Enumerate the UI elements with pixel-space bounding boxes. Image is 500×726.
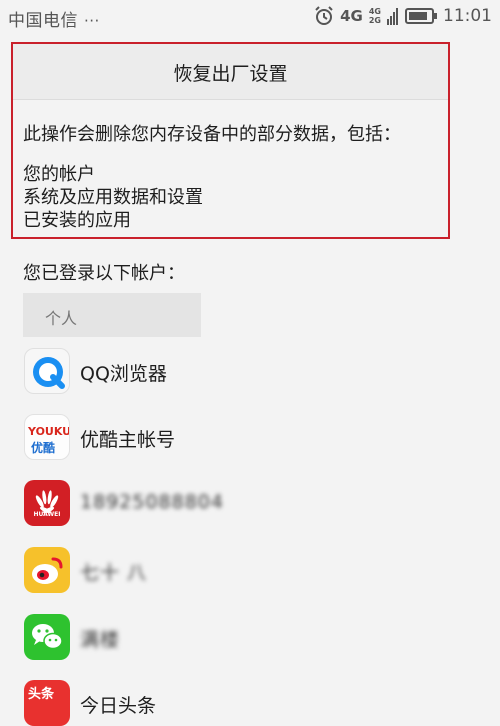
reset-item-accounts: 您的帐户 (23, 164, 95, 185)
huawei-logo-text: HUAWEI (33, 511, 61, 518)
account-row-youku[interactable]: YOUKU 优酷 优酷主帐号 (24, 414, 484, 460)
reset-items-list: 您的帐户 系统及应用数据和设置 已安装的应用 (23, 163, 203, 232)
qq-browser-icon (24, 348, 70, 394)
account-name: 七十 八 (80, 562, 148, 584)
account-row-qq-browser[interactable]: QQ浏览器 (24, 348, 484, 394)
account-name: 今日头条 (80, 695, 157, 717)
account-row-toutiao[interactable]: 头条 今日头条 (24, 680, 484, 726)
factory-reset-info-card: 恢复出厂设置 此操作会删除您内存设备中的部分数据，包括： 您的帐户 系统及应用数… (11, 42, 450, 239)
network-type: 4G (340, 7, 363, 25)
signal-icon (387, 7, 399, 25)
account-name: 满楼 (80, 629, 121, 651)
account-name: 优酷主帐号 (80, 429, 176, 451)
youku-logo-cn: 优酷 (31, 441, 56, 455)
account-name: QQ浏览器 (80, 363, 167, 385)
accounts-heading: 您已登录以下帐户： (23, 263, 185, 284)
network-stack: 4G 2G (369, 7, 381, 25)
reset-item-system-data: 系统及应用数据和设置 (23, 187, 203, 208)
reset-item-installed-apps: 已安装的应用 (23, 210, 131, 231)
card-header: 恢复出厂设置 (13, 44, 448, 100)
network-small-top: 4G (368, 7, 381, 16)
page-title: 恢复出厂设置 (173, 63, 288, 85)
section-header-label: 个人 (45, 309, 78, 328)
account-row-huawei[interactable]: HUAWEI 18925088804 (24, 480, 484, 526)
toutiao-logo-text: 头条 (28, 687, 55, 702)
wechat-icon (24, 614, 70, 660)
youku-logo-text: YOUKU (28, 425, 70, 438)
huawei-icon: HUAWEI (24, 480, 70, 526)
weibo-icon (24, 547, 70, 593)
youku-icon: YOUKU 优酷 (24, 414, 70, 460)
battery-icon (405, 7, 437, 25)
network-small-bottom: 2G (368, 16, 381, 25)
account-row-weibo[interactable]: 七十 八 (24, 547, 484, 593)
account-row-wechat[interactable]: 满楼 (24, 614, 484, 660)
alarm-clock-icon (314, 6, 334, 26)
section-header-personal: 个人 (23, 293, 201, 337)
status-icons: 4G 4G 2G 11:01 (314, 6, 492, 26)
carrier-label: 中国电信 ··· (8, 6, 100, 31)
clock-time: 11:01 (443, 6, 492, 26)
carrier-name: 中国电信 (8, 11, 78, 31)
more-dots-icon: ··· (84, 12, 100, 30)
status-bar: 中国电信 ··· 4G 4G 2G 11:01 (0, 0, 500, 36)
account-name: 18925088804 (80, 491, 224, 513)
reset-description: 此操作会删除您内存设备中的部分数据，包括： (23, 124, 401, 145)
toutiao-icon: 头条 (24, 680, 70, 726)
